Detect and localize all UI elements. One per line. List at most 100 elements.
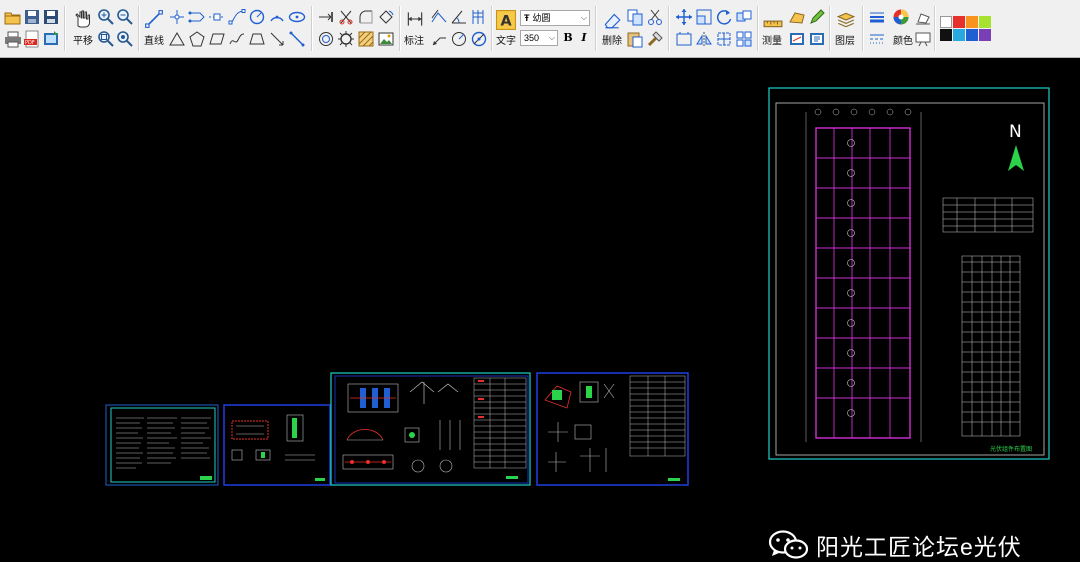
palette-swatch-black[interactable] (940, 29, 952, 41)
area-icon[interactable] (788, 8, 806, 26)
drawing-canvas[interactable]: N 光伏组件布置图 阳光工匠论坛e光伏 (0, 58, 1080, 560)
font-size-select[interactable]: 350 ⌵ (520, 30, 558, 46)
arc-icon[interactable] (268, 8, 286, 26)
zoom-out-icon[interactable] (116, 8, 134, 26)
copy-icon[interactable] (626, 8, 644, 26)
palette-swatch-white[interactable] (940, 16, 952, 28)
triangle-icon[interactable] (168, 30, 186, 48)
measure-ruler-icon[interactable] (763, 10, 783, 28)
aligned-dimension-icon[interactable] (430, 8, 448, 26)
sheet-design-notes (105, 404, 219, 486)
color-label[interactable]: 颜色 (893, 32, 913, 47)
italic-button[interactable]: I (577, 30, 591, 46)
line-weight-icon[interactable] (868, 8, 886, 26)
pentagon-icon[interactable] (188, 30, 206, 48)
watermark: 阳光工匠论坛e光伏 (768, 528, 1022, 562)
sheet-title-text: 光伏组件布置图 (990, 445, 1032, 453)
font-name-tt-icon: Ŧ (524, 13, 530, 23)
trapezoid-icon[interactable] (248, 30, 266, 48)
watermark-text: 阳光工匠论坛e光伏 (816, 534, 1022, 560)
layer-label[interactable]: 图层 (835, 32, 855, 47)
export-pdf-icon[interactable]: PDF (23, 30, 41, 48)
insert-image-icon[interactable] (377, 30, 395, 48)
array-icon[interactable] (735, 8, 753, 26)
pan-label[interactable]: 平移 (73, 32, 93, 47)
circle-icon[interactable] (248, 8, 266, 26)
palette-swatch-blue[interactable] (966, 29, 978, 41)
angular-dimension-icon[interactable] (450, 8, 468, 26)
export-image-icon[interactable] (42, 30, 60, 48)
svg-text:A: A (500, 14, 512, 30)
paste-icon[interactable] (626, 30, 644, 48)
rotate-shape-icon[interactable] (377, 8, 395, 26)
leader-icon[interactable] (430, 30, 448, 48)
gear-shape-icon[interactable] (337, 30, 355, 48)
open-file-icon[interactable] (4, 8, 22, 26)
zoom-extents-icon[interactable] (116, 30, 134, 48)
text-label[interactable]: 文字 (496, 32, 516, 47)
line-type-icon[interactable] (868, 30, 886, 48)
save-icon[interactable] (23, 8, 41, 26)
delete-label[interactable]: 删除 (602, 32, 622, 47)
sheet-bracket-details (330, 372, 531, 486)
pencil-icon[interactable] (808, 8, 826, 26)
explode-icon[interactable] (715, 30, 733, 48)
rotate-icon[interactable] (715, 8, 733, 26)
print-icon[interactable] (4, 30, 22, 48)
drawing-sheets: N 光伏组件布置图 (105, 87, 1050, 486)
freehand-icon[interactable] (228, 30, 246, 48)
ellipse-icon[interactable] (288, 8, 306, 26)
move-icon[interactable] (317, 8, 335, 26)
line-label[interactable]: 直线 (144, 32, 164, 47)
ray-icon[interactable] (268, 30, 286, 48)
pan-icon[interactable] (72, 9, 92, 29)
polyline-icon[interactable] (168, 8, 186, 26)
chevron-down-icon: ⌵ (580, 13, 587, 22)
color-wheel-icon[interactable] (892, 8, 910, 26)
match-properties-icon[interactable] (646, 30, 664, 48)
font-name-value: 幼圆 (532, 13, 551, 23)
palette-swatch-purple[interactable] (979, 29, 991, 41)
trim-icon[interactable] (337, 8, 355, 26)
cad-toolbar: PDF 平移 直线 标注 A 文字 Ŧ 幼圆 ⌵ 350 ⌵ B I 删除 测量… (0, 0, 1080, 58)
eraser-icon[interactable] (602, 10, 621, 29)
coordinate-icon[interactable] (808, 30, 826, 48)
layer-icon[interactable] (836, 10, 856, 28)
zoom-in-icon[interactable] (97, 8, 115, 26)
diagonal-line-icon[interactable] (288, 30, 306, 48)
offset-icon[interactable] (317, 30, 335, 48)
palette-swatch-cyan[interactable] (953, 29, 965, 41)
hatch-icon[interactable] (357, 30, 375, 48)
font-name-select[interactable]: Ŧ 幼圆 ⌵ (520, 10, 590, 26)
multiline-icon[interactable] (188, 8, 206, 26)
zoom-window-icon[interactable] (97, 30, 115, 48)
distance-icon[interactable] (788, 30, 806, 48)
palette-swatch-red[interactable] (953, 16, 965, 28)
bold-button[interactable]: B (561, 30, 575, 46)
wechat-icon (768, 530, 809, 559)
cut-icon[interactable] (646, 8, 664, 26)
scale-icon[interactable] (695, 8, 713, 26)
stretch-icon[interactable] (675, 30, 693, 48)
dimension-icon[interactable] (405, 9, 423, 27)
palette-swatch-orange[interactable] (966, 16, 978, 28)
block-icon[interactable] (735, 30, 753, 48)
spline-icon[interactable] (228, 8, 246, 26)
sheet-connection-details (536, 372, 689, 486)
radius-dimension-icon[interactable] (450, 30, 468, 48)
measure-label[interactable]: 测量 (762, 32, 782, 47)
dimension-label[interactable]: 标注 (404, 32, 424, 47)
mirror-icon[interactable] (695, 30, 713, 48)
baseline-dimension-icon[interactable] (470, 8, 488, 26)
construction-line-icon[interactable] (208, 8, 226, 26)
line-icon[interactable] (144, 9, 163, 28)
move-arrows-icon[interactable] (675, 8, 693, 26)
palette-swatch-green[interactable] (979, 16, 991, 28)
text-icon[interactable]: A (496, 10, 516, 30)
diameter-dimension-icon[interactable] (470, 30, 488, 48)
parallelogram-icon[interactable] (208, 30, 226, 48)
pick-color-icon[interactable] (914, 30, 932, 48)
save-as-icon[interactable] (42, 8, 60, 26)
clear-color-icon[interactable] (914, 8, 932, 26)
fillet-icon[interactable] (357, 8, 375, 26)
